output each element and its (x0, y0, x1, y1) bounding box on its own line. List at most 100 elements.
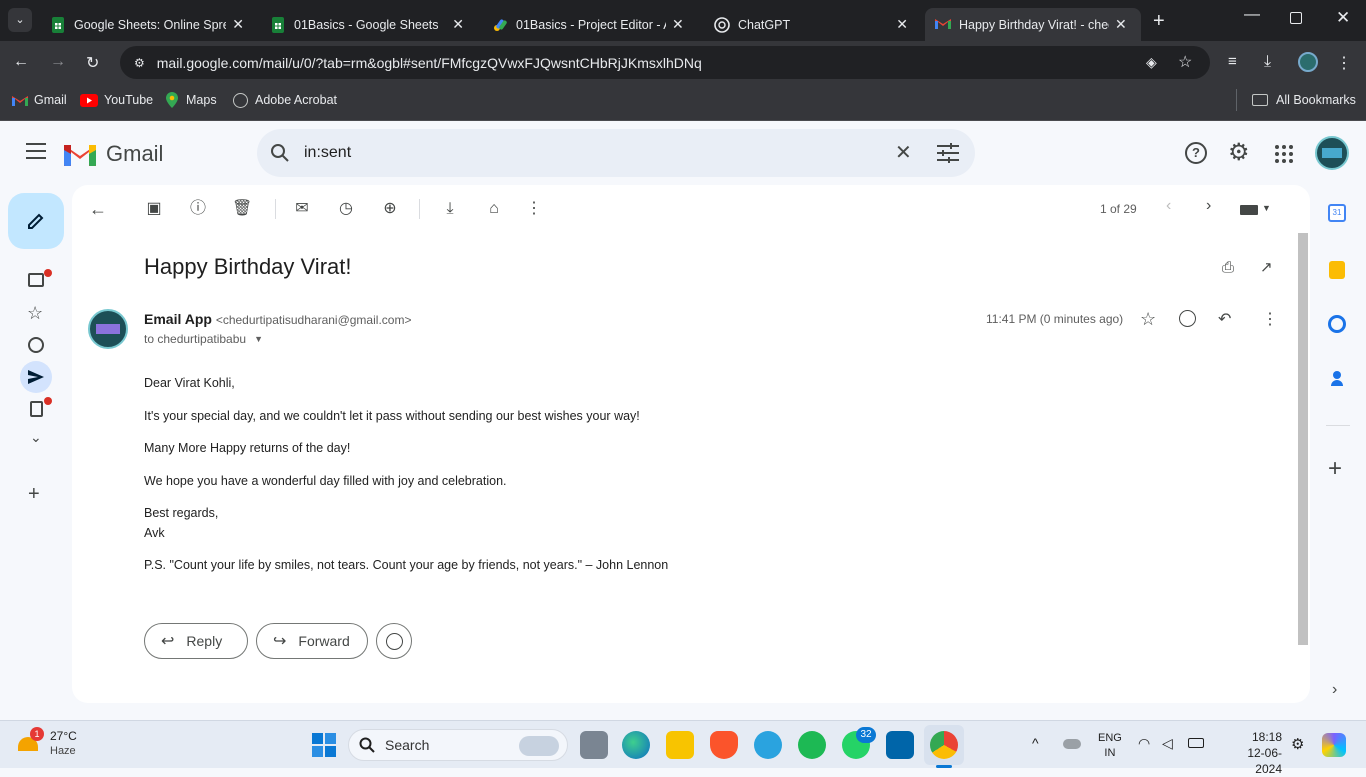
taskbar-search-box[interactable]: Search (348, 729, 568, 761)
copilot-icon[interactable] (1322, 733, 1346, 757)
windows-start-icon[interactable] (312, 733, 336, 757)
tab-01basics-sheets[interactable]: 01Basics - Google Sheets ✕ (260, 8, 474, 41)
volume-icon[interactable]: ◁ (1162, 735, 1173, 752)
minimize-icon[interactable]: — (1244, 6, 1260, 24)
window-close-icon[interactable]: ✕ (1336, 8, 1350, 28)
newer-chevron-left-icon[interactable]: ‹ (1166, 197, 1171, 215)
snoozed-clock-icon[interactable] (28, 337, 44, 353)
show-side-panel-icon[interactable]: › (1332, 681, 1337, 699)
clear-search-icon[interactable]: ✕ (895, 140, 912, 165)
file-explorer-icon[interactable] (666, 731, 694, 759)
input-tools-dropdown-icon[interactable]: ▼ (1262, 203, 1271, 213)
bookmark-maps[interactable]: Maps (166, 85, 217, 115)
new-tab-plus-icon[interactable]: + (1153, 10, 1165, 33)
tab-chatgpt[interactable]: ChatGPT ✕ (704, 8, 918, 41)
download-icon[interactable]: ⤓ (1264, 53, 1271, 71)
search-options-icon[interactable] (937, 143, 959, 163)
edge-icon[interactable] (622, 731, 650, 759)
sender-avatar[interactable] (88, 309, 128, 349)
address-bar[interactable]: ⚙ mail.google.com/mail/u/0/?tab=rm&ogbl#… (120, 46, 1210, 79)
google-apps-icon[interactable] (1275, 145, 1293, 163)
emoji-reaction-icon[interactable] (1179, 310, 1196, 327)
bookmark-youtube[interactable]: YouTube (80, 85, 153, 115)
weather-widget[interactable]: 1 27°C Haze (14, 727, 84, 763)
language-indicator[interactable]: ENG IN (1098, 731, 1122, 761)
forward-button[interactable]: ↪ Forward (256, 623, 368, 659)
starred-icon[interactable]: ☆ (27, 303, 43, 324)
reply-button[interactable]: ↩ Reply (144, 623, 248, 659)
close-icon[interactable]: ✕ (896, 16, 908, 33)
settings-gear-icon[interactable]: ⚙ (1228, 138, 1250, 167)
brave-icon[interactable] (710, 731, 738, 759)
snooze-clock-icon[interactable]: ◷ (336, 199, 356, 219)
show-hidden-icons-chevron-icon[interactable]: ^ (1032, 735, 1039, 751)
inbox-icon[interactable] (28, 273, 44, 287)
reply-arrow-icon[interactable]: ↶ (1218, 309, 1231, 329)
notifications-bell-icon[interactable]: ⚙ (1291, 735, 1304, 753)
bookmark-adobe-acrobat[interactable]: Adobe Acrobat (233, 85, 337, 115)
star-icon[interactable]: ☆ (1140, 309, 1156, 330)
telegram-icon[interactable] (754, 731, 782, 759)
details-dropdown-icon[interactable]: ▼ (254, 334, 263, 344)
reload-icon[interactable]: ↻ (86, 53, 99, 73)
sender-name[interactable]: Email App (144, 311, 212, 327)
more-options-icon[interactable]: ⋮ (524, 199, 544, 219)
restore-icon[interactable] (1290, 12, 1302, 24)
battery-icon[interactable] (1188, 738, 1204, 748)
onedrive-cloud-icon[interactable] (1063, 739, 1081, 749)
add-label-plus-icon[interactable]: + (28, 483, 40, 506)
account-avatar[interactable] (1315, 136, 1349, 170)
message-more-icon[interactable]: ⋮ (1262, 309, 1278, 329)
close-icon[interactable]: ✕ (1115, 16, 1127, 33)
emoji-react-button[interactable] (376, 623, 412, 659)
chrome-icon[interactable] (930, 731, 958, 759)
lens-icon[interactable]: ◈ (1146, 54, 1157, 71)
tab-search-chevron-icon[interactable]: ⌄ (8, 8, 32, 32)
get-addons-plus-icon[interactable]: + (1328, 455, 1342, 483)
wifi-icon[interactable]: ◠ (1138, 735, 1150, 752)
search-bar[interactable]: in:sent ✕ (257, 129, 975, 177)
bookmark-star-icon[interactable]: ☆ (1178, 52, 1192, 72)
contacts-icon[interactable] (1331, 371, 1343, 387)
open-new-window-icon[interactable]: ↗ (1260, 258, 1273, 276)
more-chevron-down-icon[interactable]: ⌄ (30, 429, 42, 446)
media-control-icon[interactable]: ≡ (1228, 53, 1237, 70)
sent-nav-item[interactable] (20, 361, 52, 393)
gmail-logo[interactable]: Gmail (64, 141, 163, 167)
spotify-icon[interactable] (798, 731, 826, 759)
tab-google-sheets-online[interactable]: Google Sheets: Online Sprea ✕ (40, 8, 254, 41)
delete-trash-icon[interactable]: 🗑 (232, 199, 252, 219)
add-to-tasks-icon[interactable]: ⊕ (380, 199, 400, 219)
back-to-list-icon[interactable]: ← (88, 199, 108, 219)
close-icon[interactable]: ✕ (232, 16, 244, 33)
older-chevron-right-icon[interactable]: › (1206, 197, 1211, 215)
close-icon[interactable]: ✕ (672, 16, 684, 33)
report-spam-icon[interactable]: ⓘ (188, 199, 208, 219)
drafts-icon[interactable] (30, 401, 43, 417)
tasks-icon[interactable] (1328, 315, 1346, 333)
print-icon[interactable]: ⎙ (1222, 259, 1234, 276)
task-view-icon[interactable] (580, 731, 608, 759)
all-bookmarks-button[interactable]: All Bookmarks (1252, 85, 1356, 115)
tab-happy-birthday-active[interactable]: Happy Birthday Virat! - ched ✕ (925, 8, 1141, 41)
search-input[interactable]: in:sent (304, 144, 351, 162)
compose-button[interactable] (8, 193, 64, 249)
close-icon[interactable]: ✕ (452, 16, 464, 33)
calendar-icon[interactable]: 31 (1328, 204, 1346, 222)
keyboard-icon[interactable] (1240, 205, 1258, 215)
vscode-icon[interactable] (886, 731, 914, 759)
recipient-line[interactable]: to chedurtipatibabu ▼ (144, 332, 263, 346)
profile-avatar[interactable] (1298, 52, 1318, 72)
bookmark-gmail[interactable]: Gmail (12, 85, 67, 115)
browser-menu-icon[interactable]: ⋮ (1336, 53, 1352, 73)
label-icon[interactable]: ⌂ (484, 199, 504, 219)
mark-unread-icon[interactable]: ✉ (292, 199, 312, 219)
tab-project-editor[interactable]: 01Basics - Project Editor - Ap ✕ (482, 8, 696, 41)
back-arrow-icon[interactable]: ← (13, 53, 29, 71)
search-icon[interactable] (270, 143, 290, 163)
keep-icon[interactable] (1329, 261, 1345, 279)
help-icon[interactable]: ? (1185, 142, 1207, 164)
archive-icon[interactable]: ▣ (144, 199, 164, 219)
site-info-icon[interactable]: ⚙ (134, 56, 145, 70)
move-to-icon[interactable]: ⤓ (440, 199, 460, 219)
